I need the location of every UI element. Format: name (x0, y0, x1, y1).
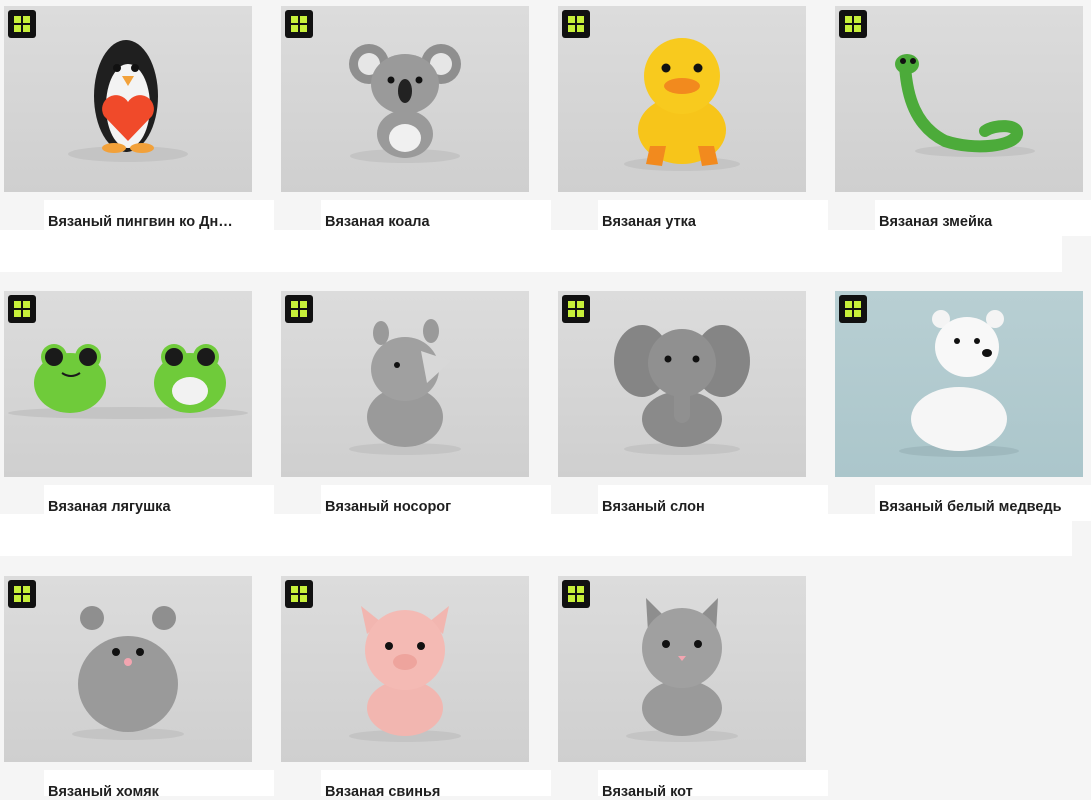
product-image[interactable] (4, 576, 252, 762)
product-image[interactable] (558, 576, 806, 762)
brand-badge-icon (8, 580, 36, 608)
product-title[interactable]: Вязаный белый медведь (879, 499, 1079, 515)
brand-badge-icon (839, 10, 867, 38)
brand-badge-icon (285, 580, 313, 608)
row-divider (0, 230, 1062, 272)
product-image[interactable] (281, 576, 529, 762)
brand-badge-icon (8, 295, 36, 323)
product-card[interactable]: Вязаный носорог (281, 291, 551, 521)
brand-badge-icon (8, 10, 36, 38)
product-card[interactable]: Вязаный пингвин ко Дн… (4, 6, 274, 236)
product-title[interactable]: Вязаная лягушка (48, 499, 248, 515)
brand-badge-icon (562, 10, 590, 38)
product-title[interactable]: Вязаный слон (602, 499, 802, 515)
brand-badge-icon (285, 10, 313, 38)
pig-figure (349, 606, 461, 742)
elephant-figure (614, 325, 750, 455)
product-card[interactable]: Вязаная коала (281, 6, 551, 236)
product-card[interactable]: Вязаная утка (558, 6, 828, 236)
product-image[interactable] (558, 291, 806, 477)
koala-figure (349, 44, 461, 163)
product-title[interactable]: Вязаная коала (325, 214, 525, 230)
product-image[interactable] (558, 6, 806, 192)
product-card[interactable]: Вязаная лягушка (4, 291, 274, 521)
product-image[interactable] (4, 291, 252, 477)
rhino-figure (349, 319, 461, 455)
product-title[interactable]: Вязаная змейка (879, 214, 1079, 230)
product-title[interactable]: Вязаный хомяк (48, 784, 248, 800)
product-card[interactable]: Вязаный кот (558, 576, 828, 800)
product-image[interactable] (835, 6, 1083, 192)
duck-figure (624, 38, 740, 171)
product-card[interactable]: Вязаный слон (558, 291, 828, 521)
product-card[interactable]: Вязаный хомяк (4, 576, 274, 800)
brand-badge-icon (562, 295, 590, 323)
product-title[interactable]: Вязаный кот (602, 784, 802, 800)
snake-figure (895, 54, 1035, 157)
cat-figure (626, 598, 738, 742)
product-image[interactable] (281, 6, 529, 192)
brand-badge-icon (562, 580, 590, 608)
brand-badge-icon (839, 295, 867, 323)
product-image[interactable] (281, 291, 529, 477)
product-title[interactable]: Вязаная утка (602, 214, 802, 230)
frog-figure (8, 344, 248, 419)
product-card[interactable]: Вязаная змейка (835, 6, 1091, 236)
product-image[interactable] (835, 291, 1083, 477)
product-title[interactable]: Вязаный носорог (325, 499, 525, 515)
product-card[interactable]: Вязаный белый медведь (835, 291, 1091, 521)
product-title[interactable]: Вязаный пингвин ко Дн… (48, 214, 248, 230)
polar-bear-figure (899, 310, 1019, 457)
brand-badge-icon (285, 295, 313, 323)
product-card[interactable]: Вязаная свинья (281, 576, 551, 800)
product-image[interactable] (4, 6, 252, 192)
penguin-figure (68, 40, 188, 162)
hamster-figure (72, 606, 184, 740)
product-title[interactable]: Вязаная свинья (325, 784, 525, 800)
